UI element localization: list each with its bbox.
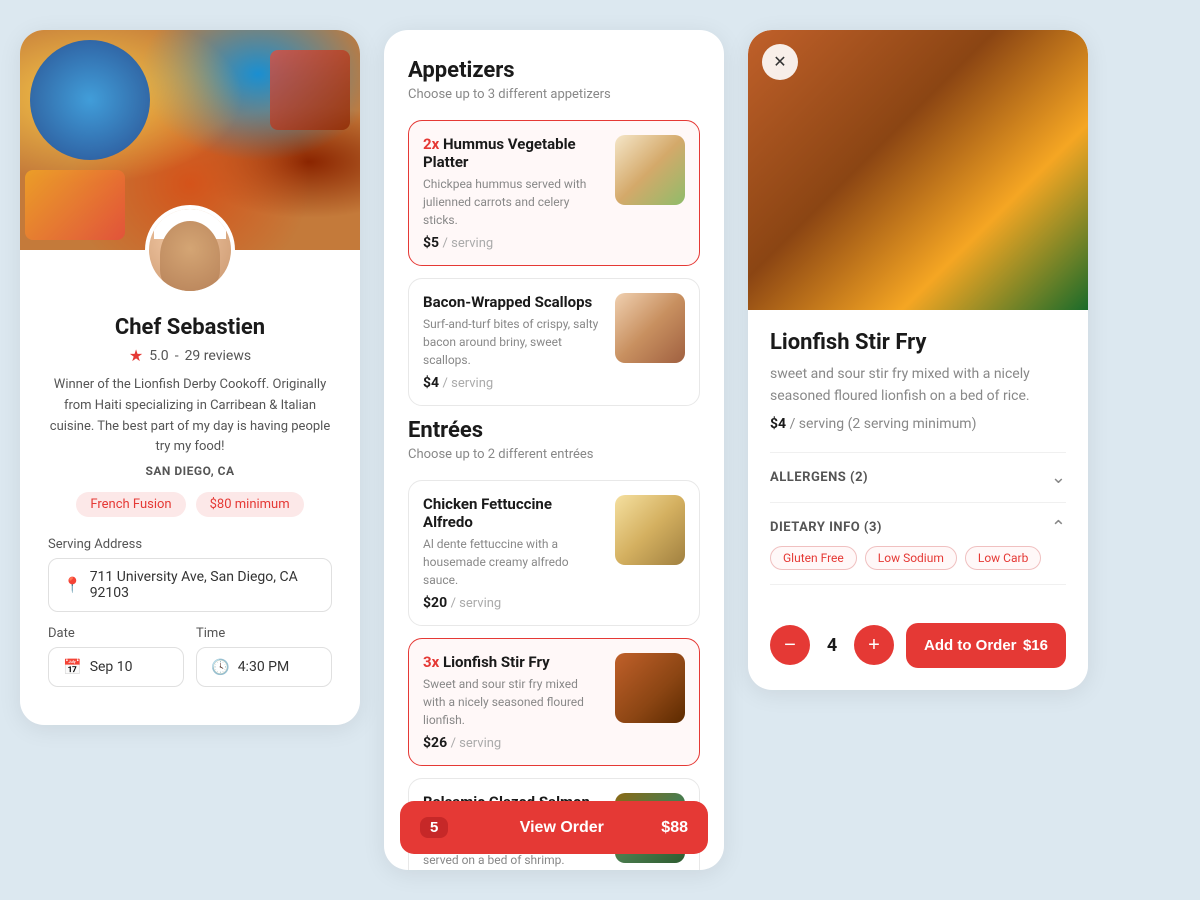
- menu-item-scallops[interactable]: Bacon-Wrapped Scallops Surf-and-turf bit…: [408, 278, 700, 406]
- time-value: 4:30 PM: [238, 659, 290, 675]
- menu-panel: Appetizers Choose up to 3 different appe…: [384, 30, 724, 870]
- serving-address-label: Serving Address: [48, 537, 332, 552]
- dietary-tags: Gluten Free Low Sodium Low Carb: [770, 546, 1066, 585]
- entrees-title: Entrées: [408, 418, 700, 443]
- chef-name: Chef Sebastien: [48, 315, 332, 340]
- dietary-row[interactable]: DIETARY INFO (3) ⌃: [770, 502, 1066, 546]
- scallops-desc: Surf-and-turf bites of crispy, salty bac…: [423, 315, 603, 369]
- chef-profile-panel: Chef Sebastien ★ 5.0 - 29 reviews Winner…: [20, 30, 360, 725]
- appetizers-title: Appetizers: [408, 58, 700, 83]
- close-button[interactable]: ✕: [762, 44, 798, 80]
- appetizers-section: Appetizers Choose up to 3 different appe…: [408, 58, 700, 406]
- hummus-price: $5 / serving: [423, 235, 603, 251]
- add-to-order-button[interactable]: Add to Order $16: [906, 623, 1066, 668]
- allergens-row[interactable]: ALLERGENS (2) ⌄: [770, 452, 1066, 502]
- minimum-tag: $80 minimum: [196, 492, 304, 517]
- alfredo-name: Chicken Fettuccine Alfredo: [423, 495, 603, 531]
- view-order-button[interactable]: 5 View Order $88: [400, 801, 708, 854]
- diet-tag-sodium: Low Sodium: [865, 546, 957, 570]
- lionstir-name: 3x Lionfish Stir Fry: [423, 653, 603, 671]
- date-label: Date: [48, 626, 184, 641]
- date-value: Sep 10: [90, 659, 133, 675]
- lionstir-image: [615, 653, 685, 723]
- close-icon: ✕: [773, 52, 786, 72]
- menu-item-hummus[interactable]: 2x Hummus Vegetable Platter Chickpea hum…: [408, 120, 700, 266]
- menu-item-alfredo[interactable]: Chicken Fettuccine Alfredo Al dente fett…: [408, 480, 700, 626]
- star-icon: ★: [129, 346, 143, 365]
- clock-icon: 🕓: [211, 658, 230, 676]
- time-input[interactable]: 🕓 4:30 PM: [196, 647, 332, 687]
- time-label: Time: [196, 626, 332, 641]
- add-order-price: $16: [1023, 637, 1048, 654]
- appetizers-sub: Choose up to 3 different appetizers: [408, 87, 700, 102]
- menu-item-lionstir[interactable]: 3x Lionfish Stir Fry Sweet and sour stir…: [408, 638, 700, 766]
- hummus-desc: Chickpea hummus served with julienned ca…: [423, 175, 603, 229]
- item-name: Lionfish Stir Fry: [770, 330, 1066, 355]
- dietary-chevron-icon: ⌃: [1051, 517, 1066, 538]
- serving-address-value: 711 University Ave, San Diego, CA 92103: [90, 569, 317, 601]
- scallops-price: $4 / serving: [423, 375, 603, 391]
- item-detail-panel: ✕ Lionfish Stir Fry sweet and sour stir …: [748, 30, 1088, 690]
- cuisine-tag: French Fusion: [76, 492, 185, 517]
- view-order-label: View Order: [462, 819, 661, 837]
- date-group: Date 📅 Sep 10: [48, 626, 184, 687]
- review-count: 29 reviews: [185, 348, 252, 364]
- scallops-image: [615, 293, 685, 363]
- time-group: Time 🕓 4:30 PM: [196, 626, 332, 687]
- lionstir-desc: Sweet and sour stir fry mixed with a nic…: [423, 675, 603, 729]
- chef-avatar: [145, 205, 235, 295]
- serving-address-group: Serving Address 📍 711 University Ave, Sa…: [48, 537, 332, 612]
- add-order-label: Add to Order: [924, 637, 1017, 654]
- alfredo-desc: Al dente fettuccine with a housemade cre…: [423, 535, 603, 589]
- hummus-name: 2x Hummus Vegetable Platter: [423, 135, 603, 171]
- diet-tag-carb: Low Carb: [965, 546, 1041, 570]
- rating-value: 5.0: [149, 348, 168, 364]
- entrees-sub: Choose up to 2 different entrées: [408, 447, 700, 462]
- dietary-label: DIETARY INFO (3): [770, 520, 882, 535]
- item-desc: sweet and sour stir fry mixed with a nic…: [770, 363, 1066, 408]
- chef-location: SAN DIEGO, CA: [48, 464, 332, 478]
- serving-address-input[interactable]: 📍 711 University Ave, San Diego, CA 9210…: [48, 558, 332, 612]
- item-price: $4 / serving (2 serving minimum): [770, 416, 1066, 432]
- chef-rating: ★ 5.0 - 29 reviews: [48, 346, 332, 365]
- alfredo-image: [615, 495, 685, 565]
- decrease-qty-button[interactable]: −: [770, 625, 810, 665]
- diet-tag-gluten: Gluten Free: [770, 546, 857, 570]
- allergens-label: ALLERGENS (2): [770, 470, 868, 485]
- allergens-chevron-icon: ⌄: [1051, 467, 1066, 488]
- chef-bio: Winner of the Lionfish Derby Cookoff. Or…: [48, 375, 332, 458]
- calendar-icon: 📅: [63, 658, 82, 676]
- scallops-name: Bacon-Wrapped Scallops: [423, 293, 603, 311]
- location-icon: 📍: [63, 576, 82, 594]
- quantity-value: 4: [822, 635, 842, 656]
- order-total-price: $88: [661, 819, 688, 837]
- hummus-image: [615, 135, 685, 205]
- item-footer: − 4 + Add to Order $16: [748, 605, 1088, 690]
- order-count: 5: [420, 817, 448, 838]
- chef-tags: French Fusion $80 minimum: [48, 492, 332, 517]
- alfredo-price: $20 / serving: [423, 595, 603, 611]
- lionstir-price: $26 / serving: [423, 735, 603, 751]
- increase-qty-button[interactable]: +: [854, 625, 894, 665]
- date-input[interactable]: 📅 Sep 10: [48, 647, 184, 687]
- item-hero-image: ✕: [748, 30, 1088, 310]
